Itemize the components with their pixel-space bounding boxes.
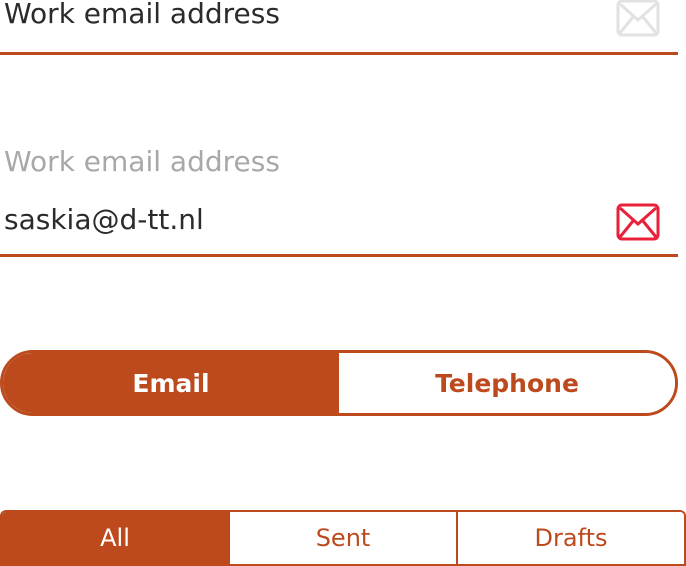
tab-all[interactable]: All [2,512,228,564]
email-label: Work email address [4,145,280,178]
toggle-option-email[interactable]: Email [3,353,339,413]
toggle-option-telephone[interactable]: Telephone [339,353,675,413]
work-email-field-filled[interactable]: Work email address saskia@d-tt.nl [0,142,678,257]
email-input-value[interactable]: saskia@d-tt.nl [4,200,204,240]
tab-drafts[interactable]: Drafts [456,512,684,564]
envelope-icon [616,203,660,241]
work-email-field-empty[interactable]: Work email address [0,0,678,55]
email-placeholder: Work email address [4,0,280,30]
filter-tabs: All Sent Drafts [0,510,686,566]
contact-method-toggle: Email Telephone [0,350,678,416]
envelope-icon [616,0,660,37]
tab-sent[interactable]: Sent [228,512,456,564]
